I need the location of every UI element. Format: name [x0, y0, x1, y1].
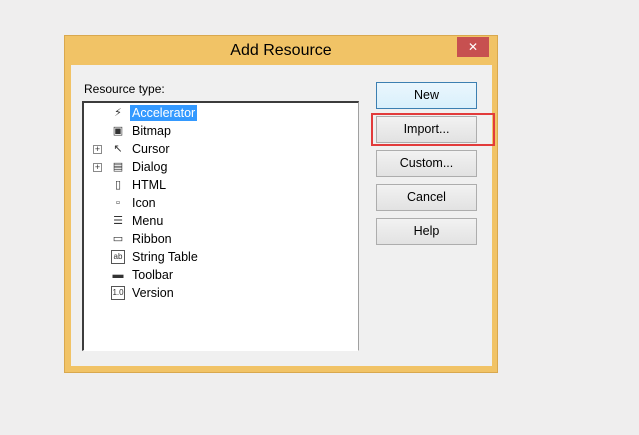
tree-item-label: Dialog	[132, 160, 168, 174]
tree-item-label: Ribbon	[132, 232, 172, 246]
tree-item-icon[interactable]: ▫ Icon	[84, 195, 344, 213]
tree-item-ribbon[interactable]: ▭ Ribbon	[84, 231, 344, 249]
tree-item-label: Toolbar	[132, 268, 173, 282]
expand-icon[interactable]: +	[93, 163, 102, 172]
close-icon: ✕	[467, 40, 479, 54]
string-table-icon: ab	[111, 250, 125, 264]
tree-item-label: Bitmap	[132, 124, 171, 138]
window-title: Add Resource	[230, 42, 332, 59]
tree-item-bitmap[interactable]: ▣ Bitmap	[84, 123, 344, 141]
version-icon: 1.0	[111, 286, 125, 300]
tree-item-label: Cursor	[132, 142, 170, 156]
tree-item-label: Menu	[132, 214, 164, 228]
cancel-button[interactable]: Cancel	[376, 184, 477, 211]
tree-item-html[interactable]: ▯ HTML	[84, 177, 344, 195]
bitmap-icon: ▣	[112, 125, 124, 137]
dialog-icon: ▤	[112, 161, 124, 173]
help-button[interactable]: Help	[376, 218, 477, 245]
new-button[interactable]: New	[376, 82, 477, 109]
dialog-client-area: Resource type: ⚡ Accelerator ▣ Bitmap + ↖ Curs…	[71, 65, 492, 366]
add-resource-dialog: Add Resource ✕ Resource type: ⚡ Accelerat…	[64, 35, 498, 373]
expand-icon[interactable]: +	[93, 145, 102, 154]
accelerator-icon: ⚡	[114, 107, 122, 119]
tree-item-cursor[interactable]: + ↖ Cursor	[84, 141, 344, 159]
ribbon-icon: ▭	[112, 233, 124, 245]
tree-item-accelerator[interactable]: ⚡ Accelerator	[84, 105, 344, 123]
toolbar-icon: ▬	[112, 269, 124, 281]
menu-icon: ☰	[113, 215, 123, 227]
tree-item-label: Version	[132, 286, 174, 300]
tree-item-label: String Table	[132, 250, 198, 264]
tree-item-label: Accelerator	[130, 105, 198, 121]
tree-item-dialog[interactable]: + ▤ Dialog	[84, 159, 344, 177]
tree-item-version[interactable]: 1.0 Version	[84, 285, 344, 303]
resource-type-tree[interactable]: ⚡ Accelerator ▣ Bitmap + ↖ Cursor + ▤ Dialog ▯ HTML…	[82, 101, 359, 351]
resource-type-label: Resource type:	[84, 82, 165, 96]
html-icon: ▯	[114, 179, 122, 191]
tree-item-label: Icon	[132, 196, 156, 210]
tree-item-string-table[interactable]: ab String Table	[84, 249, 344, 267]
import-highlight-box	[371, 113, 495, 146]
close-button[interactable]: ✕	[457, 37, 489, 57]
tree-item-toolbar[interactable]: ▬ Toolbar	[84, 267, 344, 285]
custom-button[interactable]: Custom...	[376, 150, 477, 177]
tree-item-menu[interactable]: ☰ Menu	[84, 213, 344, 231]
tree-item-label: HTML	[132, 178, 167, 192]
cursor-icon: ↖	[113, 143, 123, 155]
icon-resource-icon: ▫	[116, 197, 120, 209]
title-bar[interactable]: Add Resource ✕	[65, 36, 497, 66]
